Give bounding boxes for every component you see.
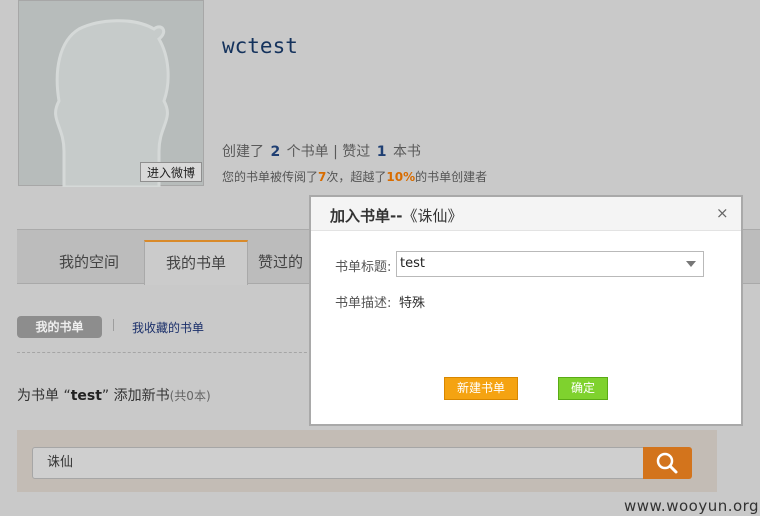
- stats-liked-count: 1: [376, 144, 387, 160]
- enter-weibo-button[interactable]: 进入微博: [140, 162, 202, 182]
- stats-created-suffix: 个书单 | 赞过: [286, 144, 371, 160]
- heading-prefix: 为书单 “: [17, 388, 71, 404]
- new-booklist-button[interactable]: 新建书单: [444, 377, 518, 400]
- booklist-title-select[interactable]: test: [396, 251, 704, 277]
- dialog-title: 加入书单--《诛仙》: [330, 205, 462, 226]
- search-input[interactable]: 诛仙: [32, 447, 644, 479]
- reads-prefix: 您的书单被传阅了: [222, 170, 319, 184]
- chevron-down-icon[interactable]: [686, 261, 696, 267]
- book-count: (共0本): [169, 389, 211, 403]
- dialog-title-book: 《诛仙》: [402, 207, 463, 225]
- heading-suffix: ” 添加新书: [101, 388, 170, 404]
- dialog-title-prefix: 加入书单--: [330, 207, 403, 225]
- username: wctest: [222, 34, 298, 58]
- stats-liked-suffix: 本书: [392, 144, 421, 160]
- stats-created-count: 2: [270, 144, 281, 160]
- profile-stats: 创建了 2 个书单 | 赞过 1 本书: [222, 141, 421, 161]
- reads-percent: 10%: [386, 170, 416, 184]
- reads-mid: 次，超越了: [326, 170, 387, 184]
- confirm-button[interactable]: 确定: [558, 377, 608, 400]
- booklist-title-label: 书单标题:: [335, 260, 392, 275]
- booklist-desc-label: 书单描述:: [335, 296, 392, 311]
- close-icon[interactable]: ×: [716, 204, 729, 222]
- stats-created-prefix: 创建了: [222, 144, 264, 160]
- booklist-desc-value: 特殊: [399, 296, 426, 311]
- search-button[interactable]: [643, 447, 692, 479]
- add-book-heading: 为书单 “test” 添加新书(共0本): [17, 385, 211, 405]
- tab-my-space[interactable]: 我的空间: [38, 240, 140, 284]
- read-stats: 您的书单被传阅了7次，超越了10%的书单创建者: [222, 168, 487, 185]
- divider: [17, 352, 317, 353]
- default-avatar-icon: [54, 19, 170, 187]
- watermark: www.wooyun.org: [624, 497, 760, 515]
- search-icon: [656, 452, 678, 474]
- reads-suffix: 的书单创建者: [415, 170, 488, 184]
- avatar[interactable]: [18, 0, 204, 187]
- collected-booklist-link[interactable]: 我收藏的书单: [132, 319, 204, 336]
- subnav-divider: [113, 319, 114, 331]
- my-booklist-pill[interactable]: 我的书单: [17, 316, 102, 338]
- tab-my-booklist[interactable]: 我的书单: [144, 240, 248, 285]
- booklist-name: test: [70, 388, 102, 404]
